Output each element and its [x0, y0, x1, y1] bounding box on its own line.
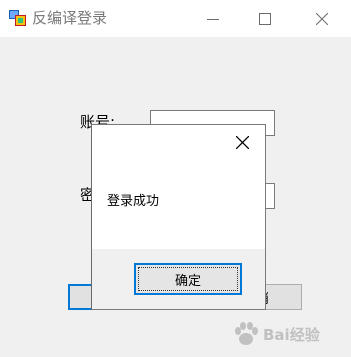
login-window: 反编译登录 账号: 密 消	[0, 0, 351, 357]
maximize-icon	[259, 12, 271, 25]
dialog-message: 登录成功	[107, 194, 160, 209]
paw-icon	[235, 322, 258, 345]
app-icon	[9, 10, 26, 26]
ok-button[interactable]: 确定	[134, 263, 242, 295]
minimize-button[interactable]	[190, 0, 236, 37]
dialog-body: 登录成功	[92, 125, 265, 249]
title-bar[interactable]: 反编译登录	[0, 0, 351, 37]
watermark: Bai经验	[232, 318, 347, 350]
maximize-button[interactable]	[242, 0, 288, 37]
dialog-close-icon	[235, 135, 249, 149]
window-title: 反编译登录	[32, 9, 108, 27]
close-icon	[316, 12, 328, 25]
close-button[interactable]	[299, 0, 345, 37]
dialog-close-button[interactable]	[230, 130, 254, 154]
message-dialog: 登录成功 确定	[91, 124, 266, 310]
minimize-icon	[207, 18, 219, 20]
ok-button-label: 确定	[174, 273, 201, 289]
watermark-text: Bai经验	[263, 325, 320, 344]
